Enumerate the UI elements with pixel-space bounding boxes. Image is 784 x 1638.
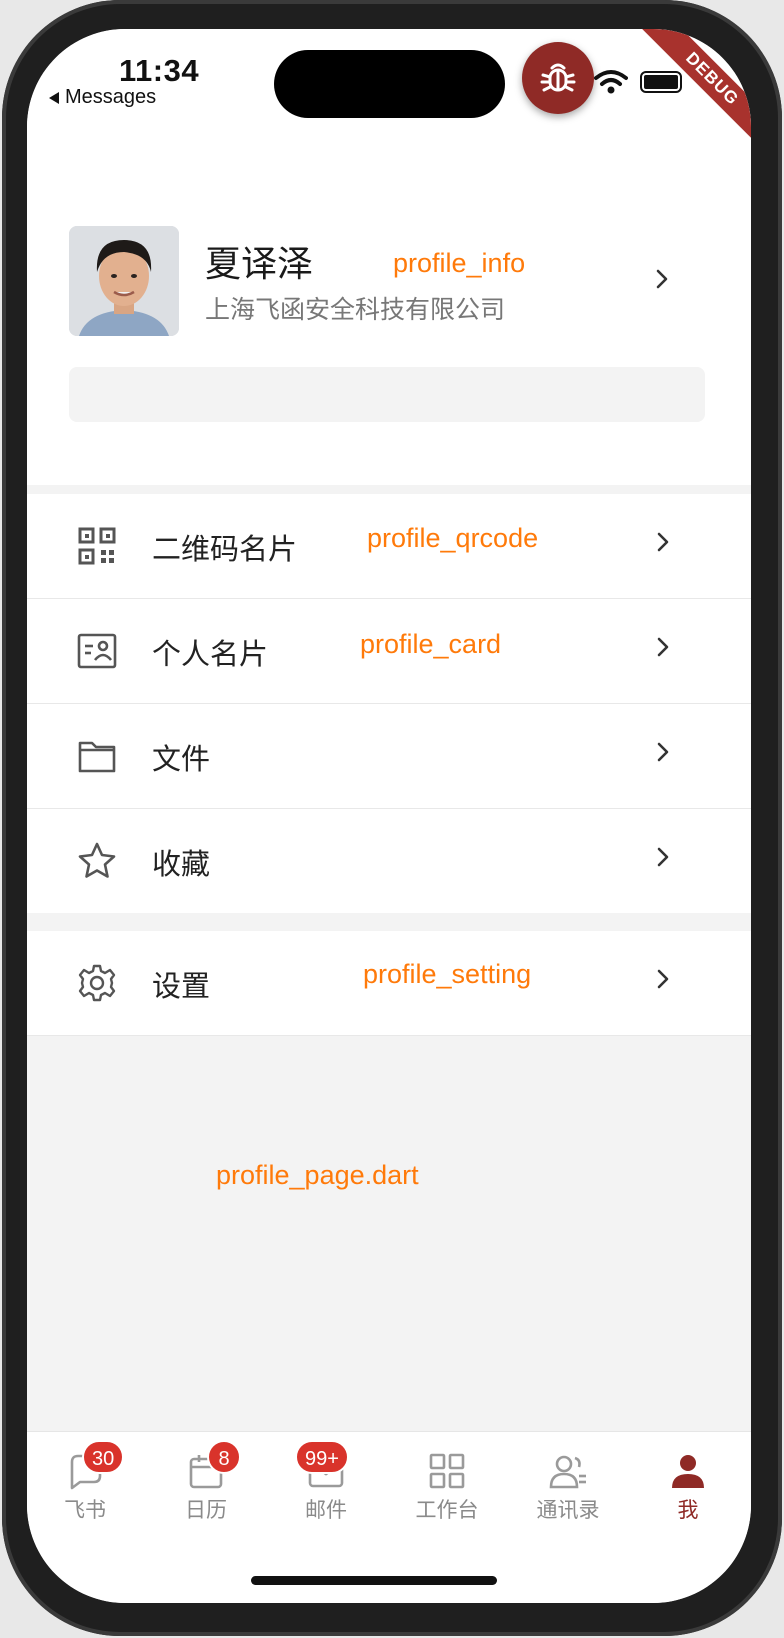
tab-feishu[interactable]: 30 飞书 [30,1440,140,1526]
wifi-icon [594,70,628,94]
contacts-icon [549,1455,586,1489]
dynamic-island [274,50,505,118]
grid-icon [429,1453,465,1489]
tab-workbench[interactable]: 工作台 [392,1446,502,1526]
menu-item-label: 设置 [152,971,211,1003]
tab-label: 工作台 [415,1499,479,1522]
qrcode-icon [78,527,116,565]
chevron-right-icon [657,742,669,762]
debug-button[interactable] [522,42,594,114]
battery-icon [640,71,682,93]
back-to-messages-link[interactable]: Messages [49,86,156,109]
chevron-right-icon [657,969,669,989]
menu-item-label: 文件 [152,744,211,776]
tab-label: 飞书 [64,1499,106,1522]
unread-badge: 30 [82,1440,125,1474]
menu-item-label: 收藏 [152,849,211,881]
app-screen: 11:34 Messages DEBUG 夏译泽 上海飞函安全科技有限公司 pr… [27,29,751,1603]
status-time: 11:34 [119,53,200,88]
annotation-profile-qrcode: profile_qrcode [367,523,539,553]
back-triangle-icon [49,91,59,104]
back-label: Messages [65,86,157,108]
tab-calendar[interactable]: 8 日历 [151,1440,261,1526]
folder-icon [78,741,116,773]
status-bar: 11:34 Messages DEBUG [27,29,751,153]
phone-frame: 11:34 Messages DEBUG 夏译泽 上海飞函安全科技有限公司 pr… [2,0,782,1636]
menu-item-settings[interactable]: 设置 profile_setting [27,931,751,1035]
home-indicator [251,1576,497,1585]
avatar[interactable] [69,226,179,336]
star-icon [78,842,116,878]
annotation-page-file: profile_page.dart [216,1160,419,1190]
tab-label: 我 [677,1499,699,1522]
menu-item-label: 二维码名片 [152,534,298,566]
menu-item-label: 个人名片 [152,639,269,671]
chevron-right-icon [657,532,669,552]
menu-item-card[interactable]: 个人名片 profile_card [27,599,751,703]
chevron-right-icon [657,847,669,867]
company-name: 上海飞函安全科技有限公司 [205,296,506,324]
tab-label: 通讯录 [536,1499,600,1522]
signature-field[interactable] [69,367,705,422]
annotation-profile-info: profile_info [393,248,526,278]
tab-me[interactable]: 我 [633,1446,743,1526]
profile-info[interactable]: 夏译泽 上海飞函安全科技有限公司 profile_info [27,139,751,485]
tab-mail[interactable]: 99+ 邮件 [271,1440,381,1526]
menu-item-qrcode[interactable]: 二维码名片 profile_qrcode [27,494,751,598]
annotation-profile-card: profile_card [360,629,502,659]
chevron-right-icon [656,269,668,289]
unread-badge: 8 [207,1440,241,1474]
avatar-portrait-icon [69,226,179,336]
chevron-right-icon [657,637,669,657]
menu-item-files[interactable]: 文件 [27,704,751,808]
user-name: 夏译泽 [205,243,314,284]
tab-label: 邮件 [305,1499,347,1522]
annotation-profile-setting: profile_setting [363,959,532,989]
menu-item-favorites[interactable]: 收藏 [27,809,751,913]
unread-badge: 99+ [295,1440,349,1474]
tab-contacts[interactable]: 通讯录 [513,1446,623,1526]
person-icon [672,1455,704,1488]
id-card-icon [77,633,117,669]
tab-label: 日历 [185,1499,227,1522]
divider [27,1035,751,1036]
gear-icon [78,964,116,1002]
bug-icon [540,63,576,92]
